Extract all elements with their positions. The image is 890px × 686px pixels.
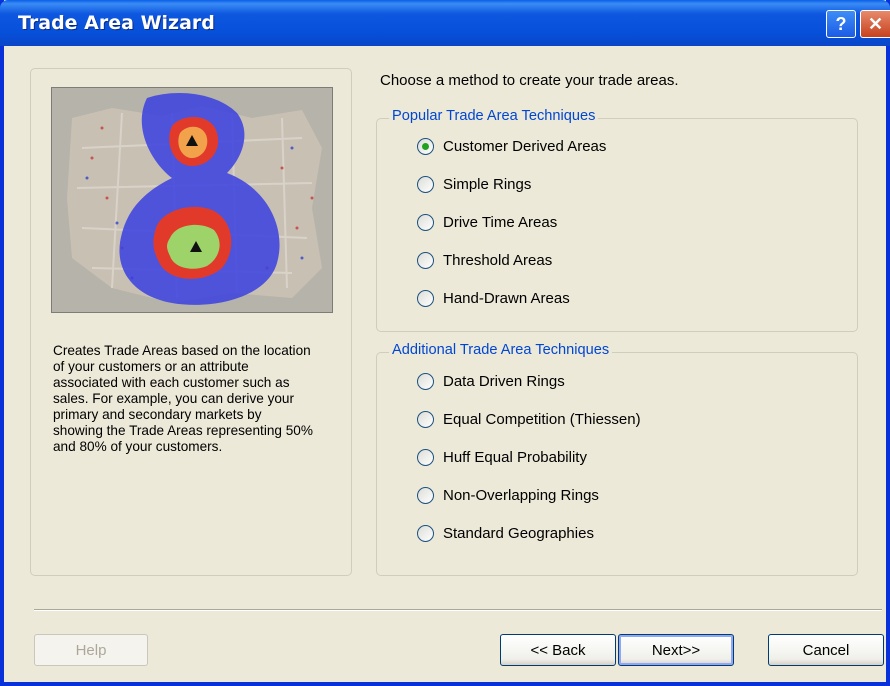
additional-group-label: Additional Trade Area Techniques — [389, 342, 613, 358]
option-simple-rings[interactable]: Simple Rings — [417, 176, 531, 193]
option-label: Equal Competition (Thiessen) — [443, 411, 641, 428]
close-icon: ✕ — [867, 13, 884, 34]
next-button[interactable]: Next>> — [618, 634, 734, 666]
map-illustration — [52, 88, 332, 312]
option-drive-time-areas[interactable]: Drive Time Areas — [417, 214, 557, 231]
option-label: Non-Overlapping Rings — [443, 487, 599, 504]
radio-button[interactable] — [417, 290, 434, 307]
option-label: Customer Derived Areas — [443, 138, 607, 155]
popular-techniques-group: Popular Trade Area Techniques Customer D… — [376, 108, 858, 332]
option-label: Simple Rings — [443, 176, 532, 193]
radio-button[interactable] — [417, 176, 434, 193]
window-title: Trade Area Wizard — [18, 12, 215, 34]
title-bar[interactable]: Trade Area Wizard ? ✕ — [0, 0, 890, 46]
back-button[interactable]: << Back — [500, 634, 616, 666]
option-threshold-areas[interactable]: Threshold Areas — [417, 252, 552, 269]
question-icon: ? — [835, 13, 847, 34]
option-customer-derived-areas[interactable]: Customer Derived Areas — [417, 138, 606, 155]
radio-button[interactable] — [417, 449, 434, 466]
option-non-overlapping-rings[interactable]: Non-Overlapping Rings — [417, 487, 599, 504]
option-label: Threshold Areas — [443, 252, 553, 269]
radio-button[interactable] — [417, 525, 434, 542]
option-hand-drawn-areas[interactable]: Hand-Drawn Areas — [417, 290, 570, 307]
trade-area-map-image — [51, 87, 333, 313]
help-button[interactable]: Help — [34, 634, 148, 666]
option-label: Huff Equal Probability — [443, 449, 587, 466]
option-huff-equal-probability[interactable]: Huff Equal Probability — [417, 449, 587, 466]
close-button[interactable]: ✕ — [860, 10, 890, 38]
footer-separator — [34, 609, 882, 611]
option-label: Hand-Drawn Areas — [443, 290, 570, 307]
option-data-driven-rings[interactable]: Data Driven Rings — [417, 373, 565, 390]
radio-button[interactable] — [417, 373, 434, 390]
help-title-button[interactable]: ? — [826, 10, 856, 38]
option-label: Data Driven Rings — [443, 373, 565, 390]
wizard-window: Trade Area Wizard ? ✕ Creates Trade Area… — [0, 0, 890, 686]
instruction-text: Choose a method to create your trade are… — [380, 72, 679, 89]
radio-button[interactable] — [417, 411, 434, 428]
radio-button-selected[interactable] — [417, 138, 434, 155]
radio-button[interactable] — [417, 214, 434, 231]
option-standard-geographies[interactable]: Standard Geographies — [417, 525, 594, 542]
popular-group-label: Popular Trade Area Techniques — [389, 108, 599, 124]
radio-button[interactable] — [417, 252, 434, 269]
preview-panel: Creates Trade Areas based on the locatio… — [30, 68, 352, 576]
technique-description: Creates Trade Areas based on the locatio… — [53, 343, 313, 454]
option-label: Drive Time Areas — [443, 214, 558, 231]
additional-techniques-group: Additional Trade Area Techniques Data Dr… — [376, 342, 858, 576]
radio-button[interactable] — [417, 487, 434, 504]
option-equal-competition[interactable]: Equal Competition (Thiessen) — [417, 411, 641, 428]
option-label: Standard Geographies — [443, 525, 594, 542]
cancel-button[interactable]: Cancel — [768, 634, 884, 666]
